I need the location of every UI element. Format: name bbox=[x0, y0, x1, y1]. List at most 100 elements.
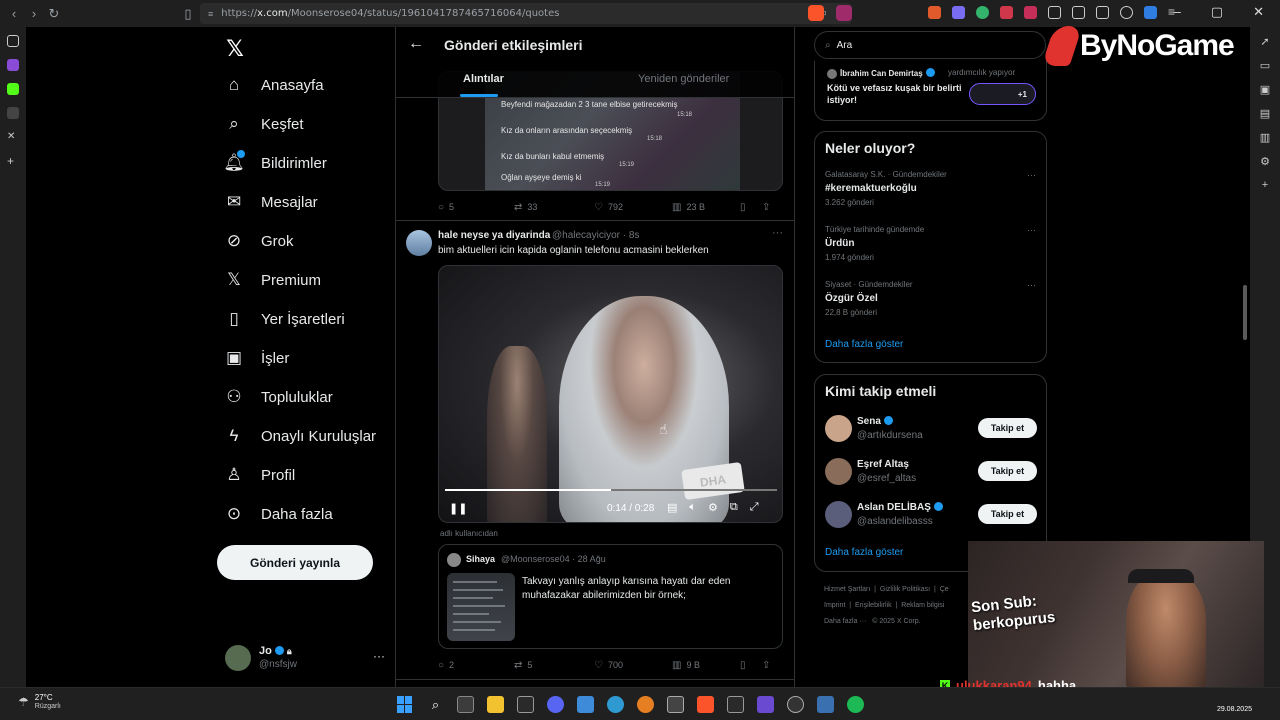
nav-item-3[interactable]: 🔔︎ Bildirimler bbox=[221, 147, 327, 179]
premium-promo[interactable]: İbrahim Can Demirtaş yardımcılık yapıyor… bbox=[814, 61, 1047, 121]
share-button[interactable]: ⇪ bbox=[762, 660, 770, 671]
nav-item-5[interactable]: ⊘ Grok bbox=[221, 225, 294, 257]
file-explorer-icon[interactable] bbox=[487, 696, 504, 713]
sidebar-app-icon[interactable] bbox=[7, 107, 19, 119]
site-info-icon[interactable]: ≡ bbox=[208, 9, 213, 19]
forward-icon[interactable]: › bbox=[24, 4, 44, 24]
extension-icon[interactable] bbox=[952, 6, 965, 19]
promo-pill[interactable]: +1 bbox=[969, 83, 1036, 105]
close-icon[interactable]: ✕ bbox=[1253, 4, 1264, 20]
repost-button[interactable]: ⇄ 33 bbox=[514, 202, 594, 213]
repost-button[interactable]: ⇄ 5 bbox=[514, 660, 594, 671]
brave-icon[interactable] bbox=[697, 696, 714, 713]
nav-item-1[interactable]: ⌂ Anasayfa bbox=[221, 69, 324, 101]
bookmark-button[interactable]: ▯ bbox=[740, 660, 762, 671]
address-bar[interactable]: ≡ https://x.com/Moonserose04/status/1961… bbox=[200, 3, 852, 24]
spotify-icon[interactable] bbox=[847, 696, 864, 713]
panel-icon[interactable]: ▭ bbox=[1260, 59, 1270, 72]
search-icon[interactable]: ⌕ bbox=[427, 696, 444, 713]
panel-icon[interactable]: ▤ bbox=[1260, 107, 1270, 120]
footer-link[interactable]: Gizlilik Politikası bbox=[880, 586, 930, 593]
vscode-icon[interactable] bbox=[577, 696, 594, 713]
settings-icon[interactable]: ⚙︎ bbox=[708, 501, 718, 514]
video-player[interactable]: DHA ☝︎ ❚❚ 0:14 / 0:28 ▤ 🔈︎ ⚙︎ ⧉ ⤢ bbox=[438, 265, 783, 523]
maximize-icon[interactable]: ▢ bbox=[1211, 4, 1223, 20]
footer-link[interactable]: Reklam bilgisi bbox=[901, 602, 944, 609]
app-icon[interactable] bbox=[667, 696, 684, 713]
avatar[interactable] bbox=[406, 230, 432, 256]
add-icon[interactable]: + bbox=[1262, 179, 1268, 191]
notion-icon[interactable] bbox=[727, 696, 744, 713]
app-icon[interactable] bbox=[757, 696, 774, 713]
nav-item-2[interactable]: ⌕ Keşfet bbox=[221, 108, 303, 140]
nav-item-8[interactable]: ▣ İşler bbox=[221, 342, 289, 374]
start-icon[interactable] bbox=[397, 696, 414, 713]
like-button[interactable]: ♡ 792 bbox=[594, 202, 672, 213]
panel-icon[interactable]: ▣ bbox=[1260, 83, 1270, 96]
tab-reposts[interactable]: Yeniden gönderiler bbox=[638, 73, 729, 85]
extension-icon[interactable] bbox=[976, 6, 989, 19]
sidebar-icon[interactable] bbox=[1072, 6, 1085, 19]
suggested-user-name[interactable]: Sena bbox=[857, 416, 893, 427]
task-view-icon[interactable] bbox=[457, 696, 474, 713]
wallet-icon[interactable] bbox=[1096, 6, 1109, 19]
views-button[interactable]: ▥ 9 B bbox=[672, 660, 740, 671]
quoted-tweet[interactable]: Sihaya @Moonserose04 · 28 Ağu Takvayı ya… bbox=[438, 544, 783, 649]
more-icon[interactable]: ··· bbox=[1027, 170, 1036, 180]
trend-name[interactable]: Ürdün bbox=[825, 238, 854, 249]
like-button[interactable]: ♡ 700 bbox=[594, 660, 672, 671]
author-handle[interactable]: @halecayiciyor · 8s bbox=[552, 230, 639, 241]
fullscreen-icon[interactable]: ⤢ bbox=[750, 501, 759, 514]
nav-item-12[interactable]: ⊙ Daha fazla bbox=[221, 498, 333, 530]
suggested-user-name[interactable]: Eşref Altaş bbox=[857, 459, 909, 470]
bookmark-page-icon[interactable]: ▯ bbox=[178, 4, 198, 24]
footer-link[interactable]: Hizmet Şartları bbox=[824, 586, 870, 593]
nav-item-7[interactable]: ▯ Yer İşaretleri bbox=[221, 303, 344, 335]
captions-icon[interactable]: ▤ bbox=[667, 501, 677, 514]
avatar[interactable] bbox=[825, 458, 852, 485]
share-button[interactable]: ⇪ bbox=[762, 202, 770, 213]
footer-link[interactable]: Daha fazla ··· bbox=[824, 618, 866, 625]
trends-show-more[interactable]: Daha fazla göster bbox=[825, 339, 903, 350]
footer-link[interactable]: Çe bbox=[940, 586, 949, 593]
reply-button[interactable]: ○ 2 bbox=[438, 660, 514, 671]
avatar[interactable] bbox=[825, 501, 852, 528]
nav-item-9[interactable]: ⚇ Topluluklar bbox=[221, 381, 332, 413]
reply-button[interactable]: ○ 5 bbox=[438, 202, 514, 213]
pause-icon[interactable]: ❚❚ bbox=[449, 502, 467, 515]
minimize-icon[interactable]: – bbox=[1174, 4, 1181, 20]
trend-name[interactable]: Özgür Özel bbox=[825, 293, 878, 304]
app-icon[interactable] bbox=[607, 696, 624, 713]
brave-shield-icon[interactable] bbox=[808, 5, 824, 21]
steam-icon[interactable] bbox=[817, 696, 834, 713]
tab-quotes[interactable]: Alıntılar bbox=[463, 73, 504, 85]
volume-icon[interactable]: 🔈︎ bbox=[689, 501, 696, 514]
more-icon[interactable]: ··· bbox=[1027, 225, 1036, 235]
sidebar-app-icon[interactable] bbox=[7, 59, 19, 71]
suggested-user-name[interactable]: Aslan DELİBAŞ bbox=[857, 502, 943, 513]
who-to-follow-show-more[interactable]: Daha fazla göster bbox=[825, 547, 903, 558]
views-button[interactable]: ▥ 23 B bbox=[672, 202, 740, 213]
back-arrow-icon[interactable]: ← bbox=[408, 35, 424, 53]
follow-button[interactable]: Takip et bbox=[978, 461, 1037, 481]
extension-icon[interactable] bbox=[1024, 6, 1037, 19]
media-caption[interactable]: adlı kullanıcıdan bbox=[440, 529, 498, 538]
trend-name[interactable]: #keremaktuerkoğlu bbox=[825, 183, 917, 194]
settings-icon[interactable]: ⚙︎ bbox=[1260, 155, 1270, 168]
x-logo-icon[interactable]: 𝕏 bbox=[221, 35, 249, 63]
avatar[interactable] bbox=[825, 415, 852, 442]
notion-icon[interactable] bbox=[517, 696, 534, 713]
more-icon[interactable]: ··· bbox=[373, 649, 385, 663]
discord-icon[interactable] bbox=[547, 696, 564, 713]
nav-item-10[interactable]: ϟ Onaylı Kuruluşlar bbox=[221, 420, 377, 452]
bookmark-button[interactable]: ▯ bbox=[740, 202, 762, 213]
sidebar-toggle-icon[interactable] bbox=[7, 35, 19, 47]
extension-icon[interactable] bbox=[1144, 6, 1157, 19]
search-input[interactable]: ⌕ Ara bbox=[814, 31, 1046, 59]
kick-icon[interactable] bbox=[7, 83, 19, 95]
video-progress-bar[interactable] bbox=[445, 489, 777, 491]
pip-icon[interactable]: ⧉ bbox=[730, 501, 738, 514]
back-icon[interactable]: ‹ bbox=[4, 4, 24, 24]
more-icon[interactable]: ··· bbox=[772, 227, 783, 239]
scrollbar-thumb[interactable] bbox=[1243, 285, 1247, 340]
